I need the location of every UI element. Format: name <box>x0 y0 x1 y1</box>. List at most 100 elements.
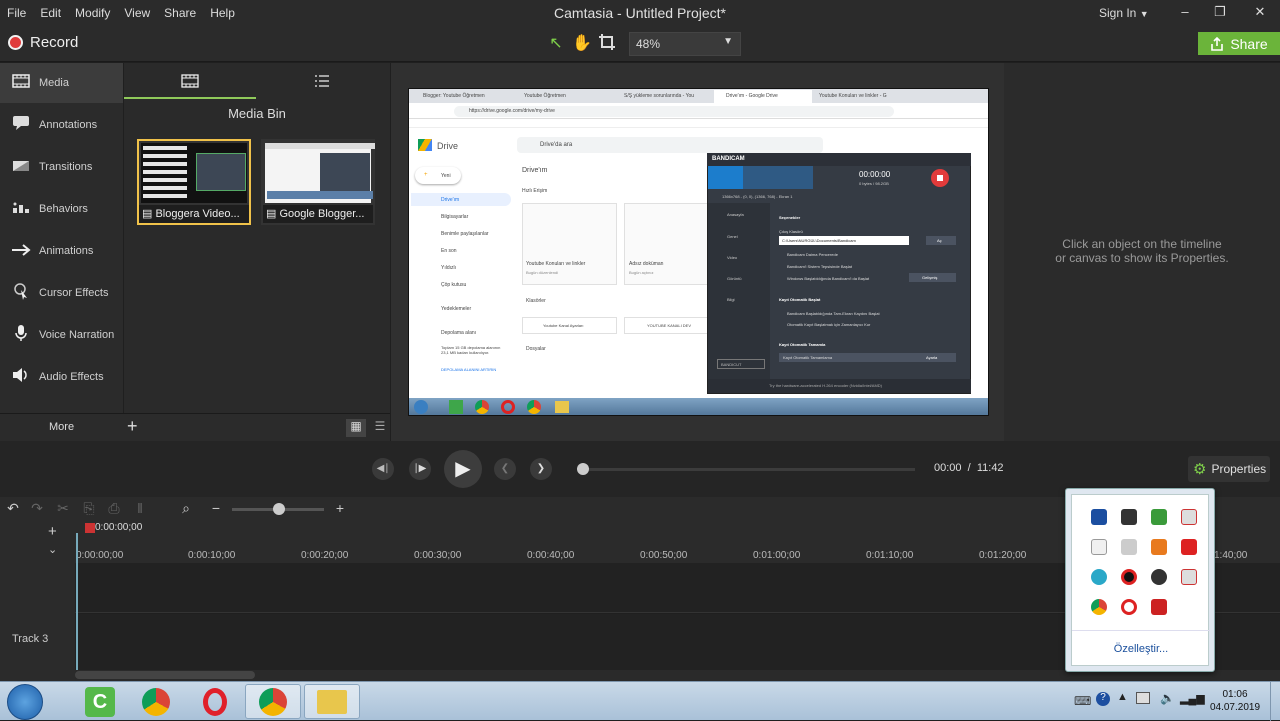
opera-icon <box>203 687 227 716</box>
crop-icon[interactable] <box>596 33 618 55</box>
timeline-zoom-handle[interactable] <box>273 503 285 515</box>
zoom-in-icon[interactable]: + <box>331 500 349 516</box>
step-back-icon[interactable]: ◀∣ <box>372 458 394 480</box>
next-clip-icon[interactable]: ❯ <box>530 458 552 480</box>
properties-button[interactable]: ⚙ Properties <box>1188 456 1270 482</box>
volume-icon[interactable] <box>1091 539 1107 555</box>
record-button[interactable]: Record <box>8 34 78 51</box>
share-button[interactable]: Share <box>1198 32 1280 55</box>
step-forward-icon[interactable]: ∣▶ <box>409 458 431 480</box>
track-header: + ⌄ <box>0 521 75 681</box>
zoom-out-icon[interactable]: − <box>207 500 225 516</box>
sidebar-item-label: Media <box>39 77 69 89</box>
properties-hint-line: Click an object on the timeline <box>1062 237 1222 251</box>
wifi-app-icon[interactable] <box>1121 539 1137 555</box>
downloader-icon[interactable] <box>1151 539 1167 555</box>
undo-icon[interactable]: ↶ <box>4 500 22 517</box>
menu-help[interactable]: Help <box>203 6 242 20</box>
clock-date: 04.07.2019 <box>1209 702 1261 713</box>
edge-app-icon[interactable] <box>1091 569 1107 585</box>
previous-clip-icon[interactable]: ❮ <box>494 458 516 480</box>
close-button[interactable]: ✕ <box>1250 4 1270 22</box>
sidebar-item-animations[interactable]: Animations <box>0 231 123 271</box>
scrub-handle[interactable] <box>577 463 589 475</box>
bandicam-output-path: C:\Users\NURGÜL\Documents\Bandicam <box>782 238 856 243</box>
pan-hand-icon[interactable]: ✋ <box>571 33 593 55</box>
eye-icon[interactable] <box>1151 569 1167 585</box>
paste-icon[interactable]: ⎙ <box>105 500 123 517</box>
bandicam-side: Bilgi <box>727 297 735 302</box>
media-bin-title: Media Bin <box>228 106 286 121</box>
copy-icon[interactable]: ⎘ <box>80 500 98 517</box>
split-icon[interactable]: ‖ <box>131 500 149 516</box>
sidebar-item-voice-narration[interactable]: Voice Narration <box>0 315 123 355</box>
collapse-tracks-icon[interactable]: ⌄ <box>48 543 57 556</box>
more-button[interactable]: More <box>49 421 74 433</box>
quick-file-sub: Bugün açtınız <box>629 270 654 275</box>
sidebar-item-transitions[interactable]: Transitions <box>0 147 123 187</box>
menu-share[interactable]: Share <box>157 6 203 20</box>
maximize-button[interactable]: ❐ <box>1210 4 1230 22</box>
list-view-icon[interactable]: ☰ <box>371 419 389 437</box>
monitor-icon[interactable] <box>1121 509 1137 525</box>
safely-remove-icon[interactable] <box>1181 509 1197 525</box>
taskbar-chrome-active[interactable] <box>245 684 301 719</box>
menu-view[interactable]: View <box>117 6 157 20</box>
select-tool-icon[interactable]: ↖ <box>545 33 567 55</box>
keyboard-icon[interactable]: ⌨ <box>1074 694 1091 708</box>
bluetooth-icon[interactable] <box>1091 509 1107 525</box>
sign-in-button[interactable]: Sign In ▼ <box>1099 6 1149 20</box>
scrub-bar[interactable] <box>580 468 915 471</box>
sidebar-item-cursor-effects[interactable]: Cursor Effects <box>0 273 123 313</box>
record-tray-icon[interactable] <box>1121 569 1137 585</box>
sidebar-item-annotations[interactable]: Annotations <box>0 105 123 145</box>
app-red-icon[interactable] <box>1151 599 1167 615</box>
tray-expand-icon[interactable]: ▲ <box>1117 691 1128 703</box>
quick-access-heading: Hızlı Erişim <box>522 188 548 194</box>
chrome-icon[interactable] <box>1091 599 1107 615</box>
bandicam-size: 0 bytes / 98.2GB <box>859 181 889 186</box>
taskbar-explorer[interactable] <box>304 684 360 719</box>
cut-icon[interactable]: ✂ <box>54 500 72 517</box>
play-button[interactable]: ▶ <box>444 450 482 488</box>
address-bar-url: https://drive.google.com/drive/my-drive <box>469 108 555 114</box>
menu-edit[interactable]: Edit <box>33 6 68 20</box>
help-icon[interactable]: ? <box>1096 692 1110 706</box>
list-icon <box>315 75 329 87</box>
network-app-icon[interactable] <box>1151 509 1167 525</box>
playhead-marker[interactable] <box>85 523 95 533</box>
tab-library[interactable] <box>256 63 388 99</box>
zoom-select[interactable]: 48% ▼ <box>629 32 741 56</box>
sidebar-item-audio-effects[interactable]: Audio Effects <box>0 357 123 397</box>
timeline-scroll-thumb[interactable] <box>75 671 255 679</box>
show-desktop-button[interactable] <box>1270 682 1280 721</box>
speaker-icon[interactable]: 🔈 <box>1160 691 1175 705</box>
media-app-icon[interactable] <box>1181 569 1197 585</box>
sidebar-item-media[interactable]: Media <box>0 63 123 103</box>
add-icon[interactable]: + <box>127 416 138 437</box>
menu-file[interactable]: File <box>0 6 33 20</box>
taskbar-clock[interactable]: 01:06 04.07.2019 <box>1205 688 1265 714</box>
tab-media-bin[interactable] <box>124 63 256 99</box>
taskbar-chrome[interactable] <box>128 684 184 719</box>
app-red-icon[interactable] <box>1181 539 1197 555</box>
sidebar-item-behaviors[interactable]: Behaviors <box>0 189 123 229</box>
action-center-icon[interactable] <box>1136 692 1150 704</box>
sidebar-item-label: Audio Effects <box>39 371 104 383</box>
grid-view-icon[interactable]: ▦ <box>346 419 366 437</box>
media-item-bloggera[interactable]: ▤ Bloggera Video... <box>137 139 251 225</box>
customize-link[interactable]: Özelleştir... <box>1072 630 1210 655</box>
signal-icon[interactable]: ▂▄▆ <box>1180 692 1205 705</box>
minimize-button[interactable]: – <box>1175 4 1195 22</box>
redo-icon[interactable]: ↷ <box>28 500 46 517</box>
playhead-line <box>76 533 78 681</box>
menu-modify[interactable]: Modify <box>68 6 117 20</box>
opera-icon[interactable] <box>1121 599 1137 615</box>
media-item-google-blogger[interactable]: ▤ Google Blogger... <box>261 139 375 225</box>
taskbar-camtasia[interactable]: C <box>72 684 128 719</box>
search-icon[interactable]: ⌕ <box>177 500 195 517</box>
start-button[interactable] <box>7 684 43 720</box>
preview-canvas[interactable]: Blogger: Youtube Öğretmen Youtube Öğretm… <box>408 88 989 416</box>
taskbar-opera[interactable] <box>187 684 243 719</box>
add-track-icon[interactable]: + <box>48 523 57 540</box>
